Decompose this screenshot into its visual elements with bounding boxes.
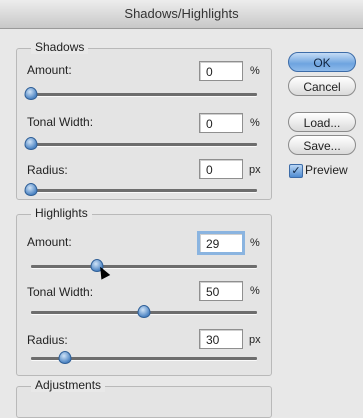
dialog-title-bar: Shadows/Highlights — [0, 0, 363, 29]
adjustments-group-title: Adjustments — [31, 378, 106, 392]
shadows-amount-field[interactable]: 0 — [199, 61, 243, 81]
preview-checkbox[interactable]: ✓ — [289, 164, 303, 178]
shadows-tonal-width-slider-track[interactable] — [24, 137, 257, 150]
shadows-amount-label: Amount: — [27, 63, 72, 77]
shadows-amount-slider-thumb[interactable] — [24, 87, 38, 100]
dialog-title: Shadows/Highlights — [124, 6, 239, 21]
shadows-radius-slider-track[interactable] — [24, 183, 257, 196]
highlights-amount-field[interactable]: 29 — [197, 231, 245, 255]
shadows-tonal-width-unit: % — [250, 117, 260, 129]
shadows-tonal-width-field[interactable]: 0 — [199, 113, 243, 133]
shadows-tonal-width-label: Tonal Width: — [27, 115, 94, 129]
highlights-radius-slider-thumb[interactable] — [58, 351, 72, 364]
shadows-radius-label: Radius: — [27, 163, 68, 177]
highlights-tonal-width-field[interactable]: 50 — [199, 281, 243, 301]
highlights-tonal-width-slider-thumb[interactable] — [137, 305, 151, 318]
highlights-radius-unit: px — [249, 334, 261, 346]
highlights-tonal-width-slider-track[interactable] — [31, 305, 257, 318]
shadows-amount-slider-track[interactable] — [24, 87, 257, 100]
highlights-amount-label: Amount: — [27, 235, 72, 249]
highlights-group-title: Highlights — [31, 206, 92, 220]
preview-label: Preview — [305, 163, 348, 177]
shadows-radius-unit: px — [249, 164, 261, 176]
shadows-tonal-width-slider-thumb[interactable] — [24, 137, 38, 150]
shadows-group: Shadows Amount: 0 % Tonal Width: 0 % Rad… — [16, 40, 272, 200]
shadows-radius-field[interactable]: 0 — [199, 159, 243, 179]
shadows-amount-unit: % — [250, 65, 260, 77]
shadows-radius-slider-thumb[interactable] — [24, 183, 38, 196]
highlights-radius-slider-track[interactable] — [31, 351, 257, 364]
checkmark-icon: ✓ — [291, 165, 301, 177]
highlights-tonal-width-label: Tonal Width: — [27, 285, 94, 299]
ok-button[interactable]: OK — [288, 52, 356, 72]
cancel-button[interactable]: Cancel — [288, 76, 356, 96]
highlights-amount-slider-track[interactable] — [31, 259, 257, 272]
save-button[interactable]: Save... — [288, 135, 356, 155]
shadows-group-title: Shadows — [31, 40, 89, 54]
highlights-group: Highlights Amount: 29 % Tonal Width: 50 … — [16, 206, 272, 376]
highlights-radius-label: Radius: — [27, 333, 68, 347]
highlights-radius-field[interactable]: 30 — [199, 329, 243, 349]
load-button[interactable]: Load... — [288, 112, 356, 132]
highlights-amount-unit: % — [250, 237, 260, 249]
highlights-tonal-width-unit: % — [250, 285, 260, 297]
